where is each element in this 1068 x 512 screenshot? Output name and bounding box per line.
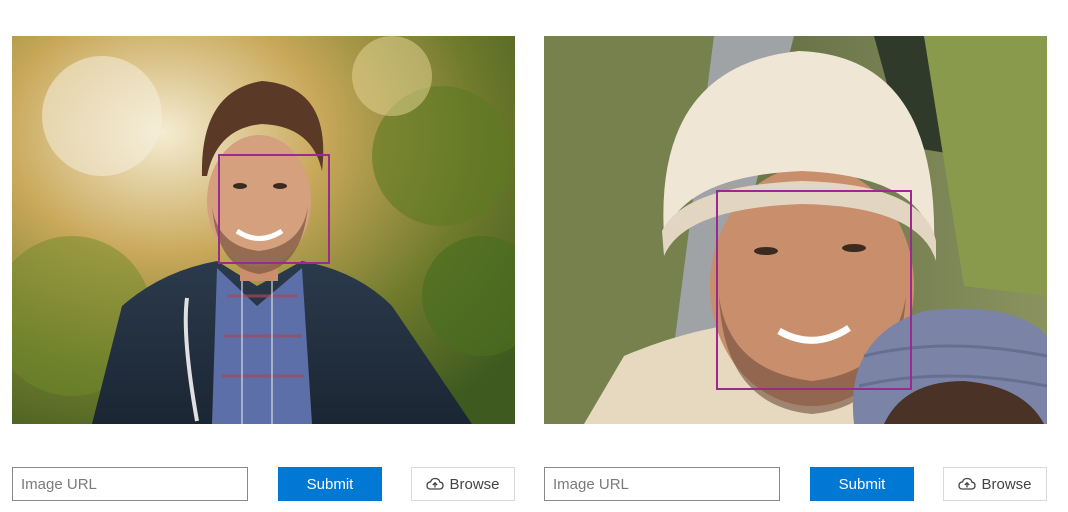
browse-label: Browse (449, 475, 500, 493)
photo-man-beanie (544, 36, 1047, 424)
image-url-input[interactable] (544, 467, 780, 501)
photo-man-outdoors (12, 36, 515, 424)
face-detect-panel-right: Submit Browse (544, 0, 1047, 512)
source-image-left (12, 36, 515, 424)
source-image-right (544, 36, 1047, 424)
face-detect-panel-left: Submit Browse (12, 0, 515, 512)
browse-button[interactable]: Browse (411, 467, 515, 501)
browse-label: Browse (981, 475, 1032, 493)
cloud-upload-icon (426, 477, 445, 491)
browse-button[interactable]: Browse (943, 467, 1047, 501)
image-url-input[interactable] (12, 467, 248, 501)
cloud-upload-icon (958, 477, 977, 491)
submit-button[interactable]: Submit (810, 467, 914, 501)
submit-button[interactable]: Submit (278, 467, 382, 501)
